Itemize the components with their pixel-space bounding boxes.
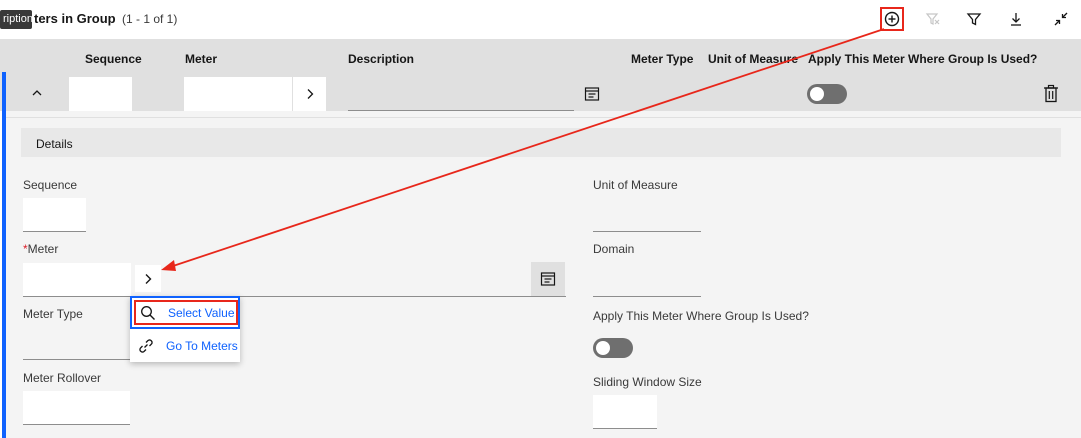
meter-rollover-label: Meter Rollover (23, 371, 102, 385)
add-row-button[interactable] (880, 7, 904, 31)
unit-of-measure-label: Unit of Measure (593, 178, 678, 192)
meter-label-text: Meter (27, 242, 59, 256)
chevron-right-icon (145, 273, 152, 284)
menu-item-go-to-meters[interactable]: Go To Meters (130, 330, 240, 362)
details-section-header (21, 128, 1061, 157)
tooltip: ription (0, 10, 32, 29)
toggle-knob (596, 341, 610, 355)
table-title: ters in Group (34, 11, 116, 26)
unit-of-measure-input[interactable] (593, 198, 701, 232)
chevron-up-icon (32, 90, 42, 96)
column-sequence[interactable]: Sequence (85, 52, 142, 66)
trash-icon (1044, 84, 1058, 103)
long-description-button[interactable] (583, 85, 601, 103)
plus-circle-icon (884, 11, 900, 27)
meter-label: *Meter (23, 242, 58, 256)
filter-button[interactable] (963, 8, 985, 30)
domain-label: Domain (593, 242, 635, 256)
apply-toggle[interactable] (593, 338, 633, 358)
details-title: Details (36, 137, 73, 151)
sequence-input[interactable] (23, 198, 86, 232)
long-description-icon (584, 87, 600, 101)
menu-item-select-value[interactable]: Select Value (130, 296, 240, 329)
divider (6, 117, 1081, 118)
download-button[interactable] (1005, 8, 1027, 30)
lookup-menu: Select Value Go To Meters (130, 296, 240, 362)
collapse-button[interactable] (1050, 8, 1072, 30)
meter-long-description-button[interactable] (531, 262, 565, 296)
meter-field-underline (23, 263, 566, 297)
long-description-icon (540, 272, 556, 286)
row-description-input[interactable] (348, 77, 574, 111)
chevron-right-icon (307, 89, 313, 99)
sequence-label: Sequence (23, 178, 78, 192)
row-apply-toggle[interactable] (807, 84, 847, 104)
domain-input[interactable] (593, 263, 701, 297)
download-icon (1011, 13, 1021, 26)
meter-type-label: Meter Type (23, 307, 83, 321)
column-meter[interactable]: Meter (185, 52, 217, 66)
collapse-row-button[interactable] (28, 84, 46, 102)
row-meter-lookup-button[interactable] (292, 77, 326, 111)
menu-item-label: Go To Meters (166, 339, 238, 353)
link-icon (136, 336, 156, 356)
filter-remove-icon (925, 13, 940, 25)
column-description[interactable]: Description (348, 52, 414, 66)
minimize-icon (1054, 12, 1068, 26)
column-apply[interactable]: Apply This Meter Where Group Is Used? (808, 52, 1037, 66)
meter-lookup-button[interactable] (135, 265, 161, 292)
row-count: (1 - 1 of 1) (122, 12, 178, 26)
sliding-window-label: Sliding Window Size (593, 375, 702, 389)
apply-label: Apply This Meter Where Group Is Used? (593, 309, 809, 323)
sliding-window-input[interactable] (593, 395, 657, 429)
column-unit-of-measure[interactable]: Unit of Measure (708, 52, 798, 66)
meter-type-input[interactable] (23, 326, 131, 360)
column-meter-type[interactable]: Meter Type (631, 52, 693, 66)
toggle-knob (810, 87, 824, 101)
filter-icon (966, 13, 982, 26)
delete-row-button[interactable] (1042, 84, 1060, 104)
selected-row-indicator (2, 72, 6, 438)
highlight-box (134, 300, 238, 325)
meter-rollover-input[interactable] (23, 391, 130, 425)
row-meter-input[interactable] (184, 77, 292, 111)
clear-filter-button[interactable] (922, 8, 944, 30)
row-sequence-input[interactable] (69, 77, 132, 111)
